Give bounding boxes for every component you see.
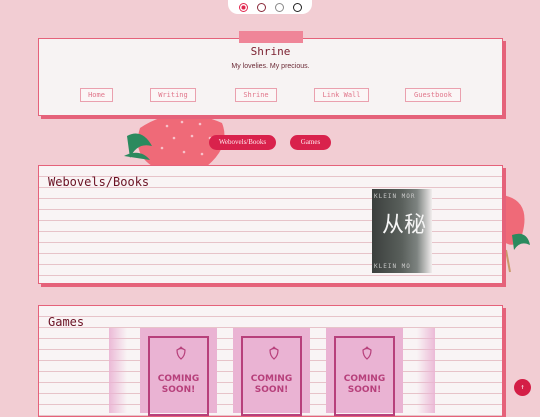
- section-webovels: Webovels/Books KLEIN MOR 从秘 KLEIN MO: [38, 165, 503, 284]
- nav-home[interactable]: Home: [80, 88, 113, 102]
- header-card: Shrine My lovelies. My precious. Home Wr…: [38, 31, 503, 116]
- placeholder-frame: COMING SOON!: [148, 336, 209, 416]
- category-webovels-button[interactable]: Webovels/Books: [209, 135, 276, 150]
- game-placeholder-card[interactable]: COMING SOON!: [140, 328, 217, 416]
- section-title: Webovels/Books: [48, 175, 150, 189]
- page-subtitle: My lovelies. My precious.: [231, 63, 310, 70]
- pager-dot-2[interactable]: [256, 2, 266, 12]
- book-author-bottom: KLEIN MO: [374, 263, 411, 270]
- coming-soon-text: COMING SOON!: [250, 374, 293, 395]
- carousel-pager: [228, 0, 312, 14]
- section-title: Games: [48, 315, 85, 329]
- nav-link-wall[interactable]: Link Wall: [314, 88, 369, 102]
- book-cover-glyphs: 从秘: [382, 213, 427, 238]
- coming-soon-text: COMING SOON!: [343, 374, 386, 395]
- section-games: Games COMING SOON! COMING SOON! COMING SOON…: [38, 305, 503, 417]
- nav-writing[interactable]: Writing: [150, 88, 196, 102]
- coming-soon-text: COMING SOON!: [157, 374, 200, 395]
- book-author-top: KLEIN MOR: [374, 193, 416, 200]
- pager-dot-1[interactable]: [238, 2, 248, 12]
- strawberry-icon: [269, 346, 279, 360]
- carousel-fade-left: [109, 328, 127, 413]
- game-placeholder-card[interactable]: COMING SOON!: [326, 328, 403, 416]
- placeholder-frame: COMING SOON!: [334, 336, 395, 416]
- book-cover-image[interactable]: KLEIN MOR 从秘 KLEIN MO: [372, 189, 432, 273]
- strawberry-icon: [176, 346, 186, 360]
- category-games-button[interactable]: Games: [290, 135, 331, 150]
- nav-shrine[interactable]: Shrine: [235, 88, 277, 102]
- page-title: Shrine: [250, 45, 291, 58]
- pager-dot-4[interactable]: [292, 2, 302, 12]
- carousel-fade-right: [417, 328, 435, 413]
- title-tab: [239, 31, 303, 43]
- strawberry-icon: [362, 346, 372, 360]
- placeholder-frame: COMING SOON!: [241, 336, 302, 416]
- pager-dot-3[interactable]: [274, 2, 284, 12]
- nav-guestbook[interactable]: Guestbook: [405, 88, 461, 102]
- game-placeholder-card[interactable]: COMING SOON!: [233, 328, 310, 416]
- scroll-to-top-button[interactable]: ↑: [514, 379, 531, 396]
